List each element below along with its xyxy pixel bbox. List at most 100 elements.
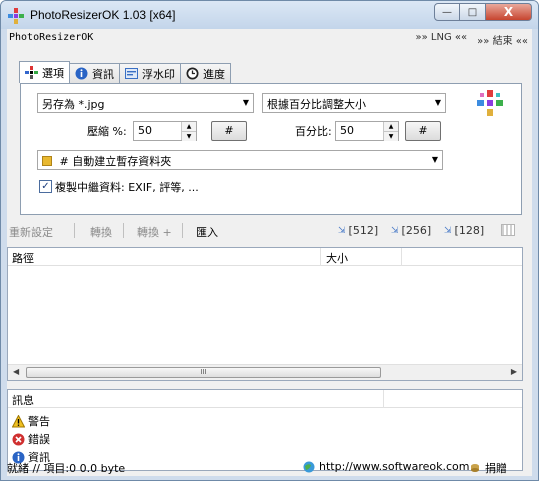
- column-path[interactable]: 路徑: [12, 250, 34, 266]
- percent-label: 百分比:: [295, 125, 332, 138]
- resize-icon: ⇲: [338, 225, 346, 236]
- column-size[interactable]: 大小: [326, 250, 348, 266]
- spin-up-icon[interactable]: ▲: [182, 122, 196, 132]
- window-title: PhotoResizerOK 1.03 [x64]: [30, 8, 176, 22]
- clock-icon: [186, 67, 199, 80]
- menu-right: »» LNG «« »» 結束 ««: [416, 32, 528, 47]
- options-panel: 另存為 *.jpg ▼ 根據百分比調整大小 ▼ 壓縮 %: 50 ▲ ▼ # 百…: [20, 83, 522, 215]
- spin-up-icon[interactable]: ▲: [384, 122, 398, 132]
- percent-value: 50: [340, 124, 354, 137]
- scroll-right-icon[interactable]: ▶: [511, 367, 517, 376]
- output-folder-dropdown[interactable]: # 自動建立暫存資料夾 ▼: [37, 150, 443, 170]
- window-controls: — □ X: [434, 3, 532, 21]
- toolbar-divider: [123, 223, 124, 238]
- minimize-button[interactable]: —: [434, 3, 460, 21]
- tab-watermark-label: 浮水印: [142, 67, 175, 81]
- copy-metadata-checkbox[interactable]: ✓: [39, 180, 52, 193]
- view-grid-icon[interactable]: [501, 224, 515, 236]
- chevron-down-icon: ▼: [431, 155, 438, 164]
- compress-stepper[interactable]: 50 ▲ ▼: [133, 121, 197, 141]
- message-warning-label: 警告: [28, 415, 50, 428]
- save-as-dropdown[interactable]: 另存為 *.jpg ▼: [37, 93, 254, 113]
- tab-watermark[interactable]: 浮水印: [119, 63, 181, 83]
- size-512-button[interactable]: ⇲ [512]: [338, 224, 378, 237]
- website-url: http://www.softwareok.com: [319, 460, 470, 473]
- watermark-icon: [125, 68, 138, 79]
- save-as-value: 另存為 *.jpg: [42, 98, 105, 111]
- app-icon: [8, 8, 24, 24]
- info-icon: [75, 67, 88, 80]
- chevron-down-icon: ▼: [434, 98, 441, 107]
- column-divider[interactable]: [383, 390, 384, 408]
- status-text: 就緒 // 項目:0 0.0 byte: [7, 462, 126, 475]
- spin-down-icon[interactable]: ▼: [182, 132, 196, 141]
- compress-hash-button[interactable]: #: [211, 121, 247, 141]
- output-folder-value: # 自動建立暫存資料夾: [59, 155, 172, 168]
- resize-icon: ⇲: [444, 225, 452, 236]
- folder-icon: [42, 156, 52, 166]
- reset-button[interactable]: 重新設定: [9, 224, 53, 240]
- error-icon: [12, 433, 25, 445]
- toolbar-divider: [182, 223, 183, 238]
- warning-icon: [12, 414, 25, 427]
- message-list-header: 訊息: [8, 390, 522, 408]
- settings-icon: [25, 66, 38, 79]
- maximize-button[interactable]: □: [460, 3, 486, 21]
- convert-plus-button[interactable]: 轉換 +: [137, 224, 172, 240]
- percent-stepper[interactable]: 50 ▲ ▼: [335, 121, 399, 141]
- status-bar: 就緒 // 項目:0 0.0 byte http://www.softwareo…: [7, 456, 532, 476]
- percent-spin-buttons[interactable]: ▲ ▼: [383, 122, 398, 141]
- title-bar[interactable]: PhotoResizerOK 1.03 [x64] — □ X: [1, 1, 538, 29]
- compress-label: 壓縮 %:: [87, 125, 127, 138]
- import-button[interactable]: 匯入: [196, 224, 218, 240]
- menu-bar: PhotoResizerOK »» LNG «« »» 結束 ««: [7, 29, 532, 47]
- compress-value: 50: [138, 124, 152, 137]
- message-error-label: 錯誤: [28, 433, 50, 446]
- resize-icon: ⇲: [391, 225, 399, 236]
- file-list-header: 路徑 大小: [8, 248, 522, 266]
- scroll-left-icon[interactable]: ◀: [13, 367, 19, 376]
- app-window: PhotoResizerOK 1.03 [x64] — □ X PhotoRes…: [0, 0, 539, 481]
- tab-strip: 選項 資訊 浮水印 進度: [19, 61, 231, 83]
- size-128-label: [128]: [454, 224, 485, 237]
- language-menu[interactable]: »» LNG ««: [416, 32, 468, 47]
- app-logo-icon: [477, 90, 503, 116]
- column-divider[interactable]: [320, 248, 321, 266]
- copy-metadata-label: 複製中繼資料: EXIF, 評等, ...: [55, 181, 199, 194]
- client-area: PhotoResizerOK »» LNG «« »» 結束 «« 選項 資訊 …: [7, 29, 532, 476]
- size-256-button[interactable]: ⇲ [256]: [391, 224, 431, 237]
- message-warning[interactable]: 警告: [12, 413, 50, 429]
- size-512-label: [512]: [348, 224, 379, 237]
- spin-down-icon[interactable]: ▼: [384, 132, 398, 141]
- tab-progress[interactable]: 進度: [180, 63, 231, 83]
- percent-hash-button[interactable]: #: [405, 121, 441, 141]
- tab-progress-label: 進度: [203, 67, 225, 81]
- tab-options[interactable]: 選項: [19, 61, 70, 83]
- tab-options-label: 選項: [42, 66, 64, 80]
- tab-info-label: 資訊: [92, 67, 114, 81]
- resize-mode-value: 根據百分比調整大小: [267, 98, 366, 111]
- resize-mode-dropdown[interactable]: 根據百分比調整大小 ▼: [262, 93, 446, 113]
- compress-spin-buttons[interactable]: ▲ ▼: [181, 122, 196, 141]
- close-button[interactable]: X: [486, 3, 532, 21]
- size-128-button[interactable]: ⇲ [128]: [444, 224, 484, 237]
- file-list[interactable]: 路徑 大小 ◀ III ▶: [7, 247, 523, 381]
- donate-label: 捐贈: [485, 462, 507, 475]
- donate-link[interactable]: 捐贈: [469, 460, 507, 476]
- toolbar-divider: [74, 223, 75, 238]
- tab-info[interactable]: 資訊: [69, 63, 120, 83]
- size-256-label: [256]: [401, 224, 432, 237]
- action-toolbar: 重新設定 轉換 轉換 + 匯入 ⇲ [512] ⇲ [256] ⇲ [128]: [7, 221, 532, 241]
- convert-button[interactable]: 轉換: [90, 224, 112, 240]
- scroll-thumb[interactable]: III: [26, 367, 381, 378]
- website-link[interactable]: http://www.softwareok.com: [303, 460, 470, 473]
- message-error[interactable]: 錯誤: [12, 431, 50, 447]
- globe-icon: [303, 461, 315, 472]
- donate-icon: [471, 464, 479, 472]
- column-messages[interactable]: 訊息: [12, 392, 34, 408]
- column-divider[interactable]: [401, 248, 402, 266]
- horizontal-scrollbar[interactable]: ◀ III ▶: [8, 364, 522, 380]
- app-name-label: PhotoResizerOK: [9, 32, 94, 43]
- chevron-down-icon: ▼: [242, 98, 249, 107]
- exit-menu[interactable]: »» 結束 ««: [477, 32, 528, 47]
